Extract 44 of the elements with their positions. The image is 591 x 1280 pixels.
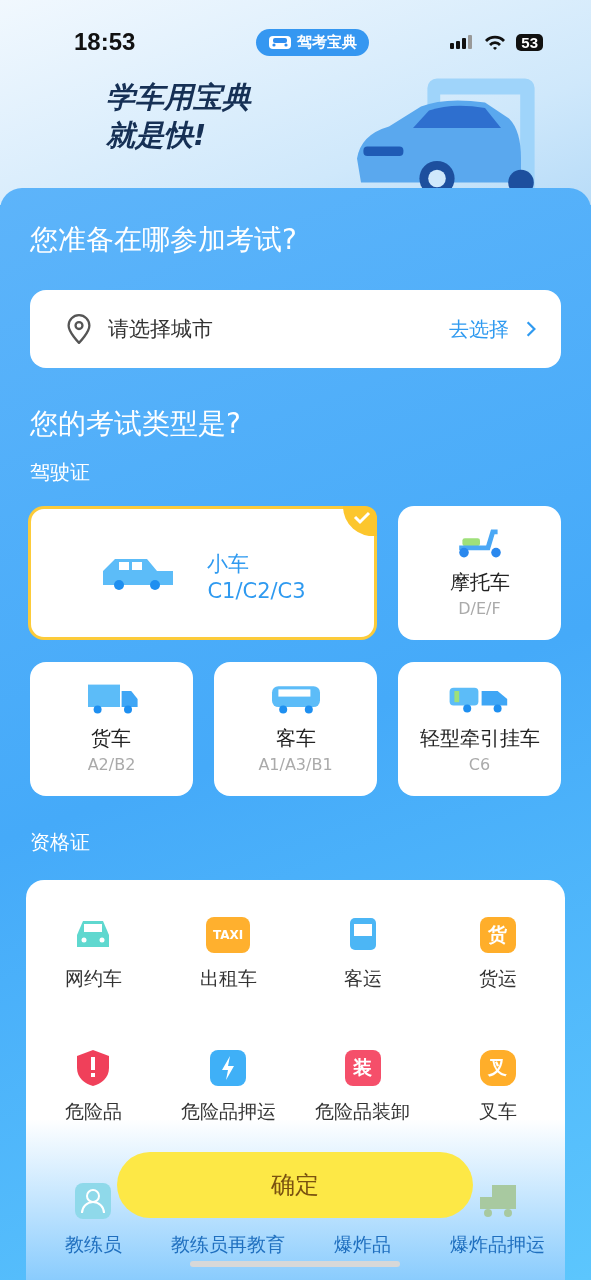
vehicle-card[interactable]: 货车 A2/B2 bbox=[30, 662, 193, 796]
vehicle-card[interactable]: 客车 A1/A3/B1 bbox=[214, 662, 377, 796]
vehicle-card[interactable]: 轻型牵引挂车 C6 bbox=[398, 662, 561, 796]
chevron-right-icon bbox=[525, 320, 537, 338]
qualification-option[interactable]: 货运 bbox=[478, 963, 517, 993]
qualification-option[interactable]: 出租车 bbox=[199, 963, 257, 993]
qualification-option[interactable]: 危险品装卸 bbox=[315, 1096, 411, 1126]
confirm-button[interactable]: 确定 bbox=[117, 1152, 473, 1218]
question-title: 您准备在哪参加考试? bbox=[30, 222, 298, 258]
battery-icon: 53 bbox=[516, 33, 543, 51]
wifi-icon bbox=[484, 34, 507, 50]
qualification-option[interactable]: 危险品 bbox=[64, 1096, 122, 1126]
vehicle-name: 客车 bbox=[275, 725, 316, 752]
question-title: 您的考试类型是? bbox=[30, 406, 242, 442]
qualification-option[interactable]: 危险品押运 bbox=[180, 1096, 276, 1126]
status-time: 18:53 bbox=[74, 28, 136, 56]
license-codes: C6 bbox=[468, 754, 491, 776]
slogan-text: 就是快! bbox=[106, 117, 208, 154]
section-label: 资格证 bbox=[30, 829, 91, 856]
section-label: 驾驶证 bbox=[30, 459, 91, 486]
vehicle-name: 货车 bbox=[91, 725, 132, 752]
vehicle-card[interactable]: 摩托车 D/E/F bbox=[398, 506, 561, 640]
license-codes: D/E/F bbox=[458, 598, 501, 620]
qualification-icon: 叉 bbox=[479, 1050, 516, 1086]
city-picker[interactable]: 请选择城市 去选择 bbox=[30, 290, 561, 368]
qualification-icon: 货 bbox=[479, 917, 516, 953]
app-pill: 驾考宝典 bbox=[256, 28, 370, 56]
vehicle-name: 小车 bbox=[207, 551, 250, 578]
qualification-option[interactable]: 网约车 bbox=[64, 963, 122, 993]
car-icon bbox=[268, 33, 293, 51]
location-pin-icon bbox=[66, 314, 92, 344]
license-codes: A1/A3/B1 bbox=[258, 754, 333, 776]
slogan-text: 学车用宝典 bbox=[106, 79, 253, 116]
qualification-icon: TAXI bbox=[206, 917, 251, 953]
vehicle-name: 摩托车 bbox=[449, 569, 510, 596]
qualification-option[interactable]: 客运 bbox=[343, 963, 382, 993]
signal-icon bbox=[450, 34, 475, 50]
qualification-option[interactable]: 叉车 bbox=[478, 1096, 517, 1126]
license-codes: A2/B2 bbox=[87, 754, 136, 776]
check-icon bbox=[343, 506, 377, 536]
city-placeholder: 请选择城市 bbox=[108, 316, 214, 343]
qualification-icon: 装 bbox=[344, 1050, 381, 1086]
vehicle-name: 轻型牵引挂车 bbox=[419, 725, 540, 752]
license-codes: C1/C2/C3 bbox=[207, 579, 306, 603]
